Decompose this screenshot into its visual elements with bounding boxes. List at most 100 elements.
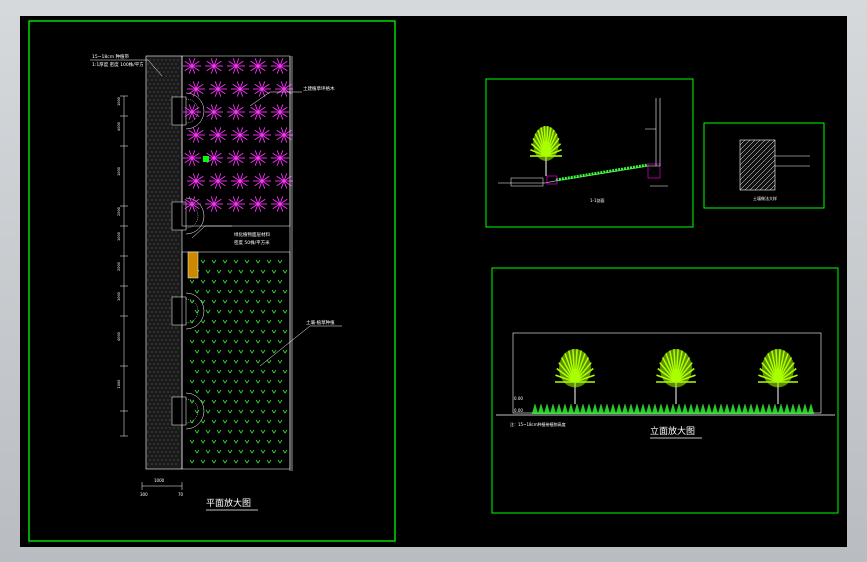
hatch-dot (169, 91, 171, 93)
hatch-dot (149, 315, 151, 317)
hatch-dot (163, 159, 165, 161)
hatch-dot (153, 163, 155, 165)
hatch-dot (163, 151, 165, 153)
hatch-dot (149, 355, 151, 357)
shrub (651, 403, 659, 415)
hatch-dot (155, 175, 157, 177)
hatch-dot (149, 195, 151, 197)
hatch-dot (157, 179, 159, 181)
hatch-dot (169, 267, 171, 269)
hatch-dot (147, 279, 149, 281)
hatch-dot (163, 231, 165, 233)
lawn-mark (282, 429, 288, 434)
lawn-mark (244, 279, 250, 284)
hatch-dot (175, 79, 177, 81)
hatch-dot (147, 319, 149, 321)
hatch-dot (155, 271, 157, 273)
hatch-dot (157, 131, 159, 133)
lawn-mark (211, 439, 217, 444)
lawn-mark (249, 329, 255, 334)
lawn-mark (238, 269, 244, 274)
lawn-mark (216, 409, 222, 414)
hatch-dot (163, 407, 165, 409)
hatch-dot (155, 103, 157, 105)
hatch-dot (173, 387, 175, 389)
hatch-dot (149, 115, 151, 117)
hatch-dot (155, 311, 157, 313)
lawn-mark (216, 329, 222, 334)
lawn-mark (282, 309, 288, 314)
hatch-dot (159, 439, 161, 441)
niche-arc-inner (185, 203, 199, 229)
lawn-mark (244, 439, 250, 444)
hatch-dot (149, 187, 151, 189)
hatch-dot (171, 455, 173, 457)
lawn-outline (181, 251, 291, 470)
hatch-dot (171, 167, 173, 169)
level-label-2: 0.00 (514, 408, 523, 413)
hatch-dot (163, 71, 165, 73)
hatch-dot (175, 63, 177, 65)
hatch-dot (169, 459, 171, 461)
hatch-dot (177, 171, 179, 173)
hatch-dot (149, 203, 151, 205)
note-top: 15~18cm 种植带 (92, 53, 130, 60)
lawn-mark (271, 309, 277, 314)
drawing-canvas[interactable]: 1000 4000 1000 2000 1000 2000 1000 4000 1000 100… (20, 16, 847, 547)
hatch-dot (153, 443, 155, 445)
lawn-mark (205, 429, 211, 434)
hatch-dot (155, 199, 157, 201)
hatch-dot (157, 371, 159, 373)
hatch-dot (149, 123, 151, 125)
hatch-dot (165, 395, 167, 397)
lawn-mark (266, 299, 272, 304)
shrub (717, 403, 725, 415)
hatch-dot (161, 275, 163, 277)
lawn-mark (233, 459, 239, 464)
lawn-mark (205, 269, 211, 274)
lawn-mark (266, 279, 272, 284)
hatch-dot (153, 155, 155, 157)
hatch-dot (161, 163, 163, 165)
lawn-mark (277, 419, 283, 424)
elevation-frame (491, 267, 839, 514)
lawn-mark (277, 339, 283, 344)
lawn-mark (233, 399, 239, 404)
hatch-dot (159, 359, 161, 361)
hatch-dot (177, 187, 179, 189)
hatch-dot (147, 399, 149, 401)
hatch-dot (171, 447, 173, 449)
hatch-dot (159, 335, 161, 337)
hatch-dot (155, 439, 157, 441)
hatch-dot (171, 71, 173, 73)
hatch-dot (161, 139, 163, 141)
hatch-dot (167, 95, 169, 97)
niche-arc (185, 92, 205, 130)
hatch-dot (169, 99, 171, 101)
hatch-dot (163, 423, 165, 425)
hatch-dot (169, 123, 171, 125)
hatch-dot (169, 371, 171, 373)
lawn-mark (249, 349, 255, 354)
hatch-dot (149, 227, 151, 229)
hatch-dot (171, 343, 173, 345)
hatch-dot (161, 403, 163, 405)
dim-text: 1000 (117, 380, 121, 389)
shrub (783, 403, 791, 415)
hatch-dot (157, 355, 159, 357)
note-lawn: 土壤-植草种植 (306, 319, 335, 326)
hatch-dot (163, 439, 165, 441)
hatch-dot (155, 127, 157, 129)
hatch-dot (167, 391, 169, 393)
hatch-dot (177, 435, 179, 437)
hatch-dot (171, 199, 173, 201)
lawn-mark (200, 419, 206, 424)
hatch-dot (151, 207, 153, 209)
hatch-dot (161, 211, 163, 213)
cad-viewer-window: 1000 4000 1000 2000 1000 2000 1000 4000 1000 100… (0, 0, 867, 562)
note-shrub: 绿化植物面层材料 (234, 231, 270, 238)
hatch-dot (147, 199, 149, 201)
hatch-dot (147, 463, 149, 465)
hatch-dot (171, 159, 173, 161)
hatch-dot (165, 139, 167, 141)
